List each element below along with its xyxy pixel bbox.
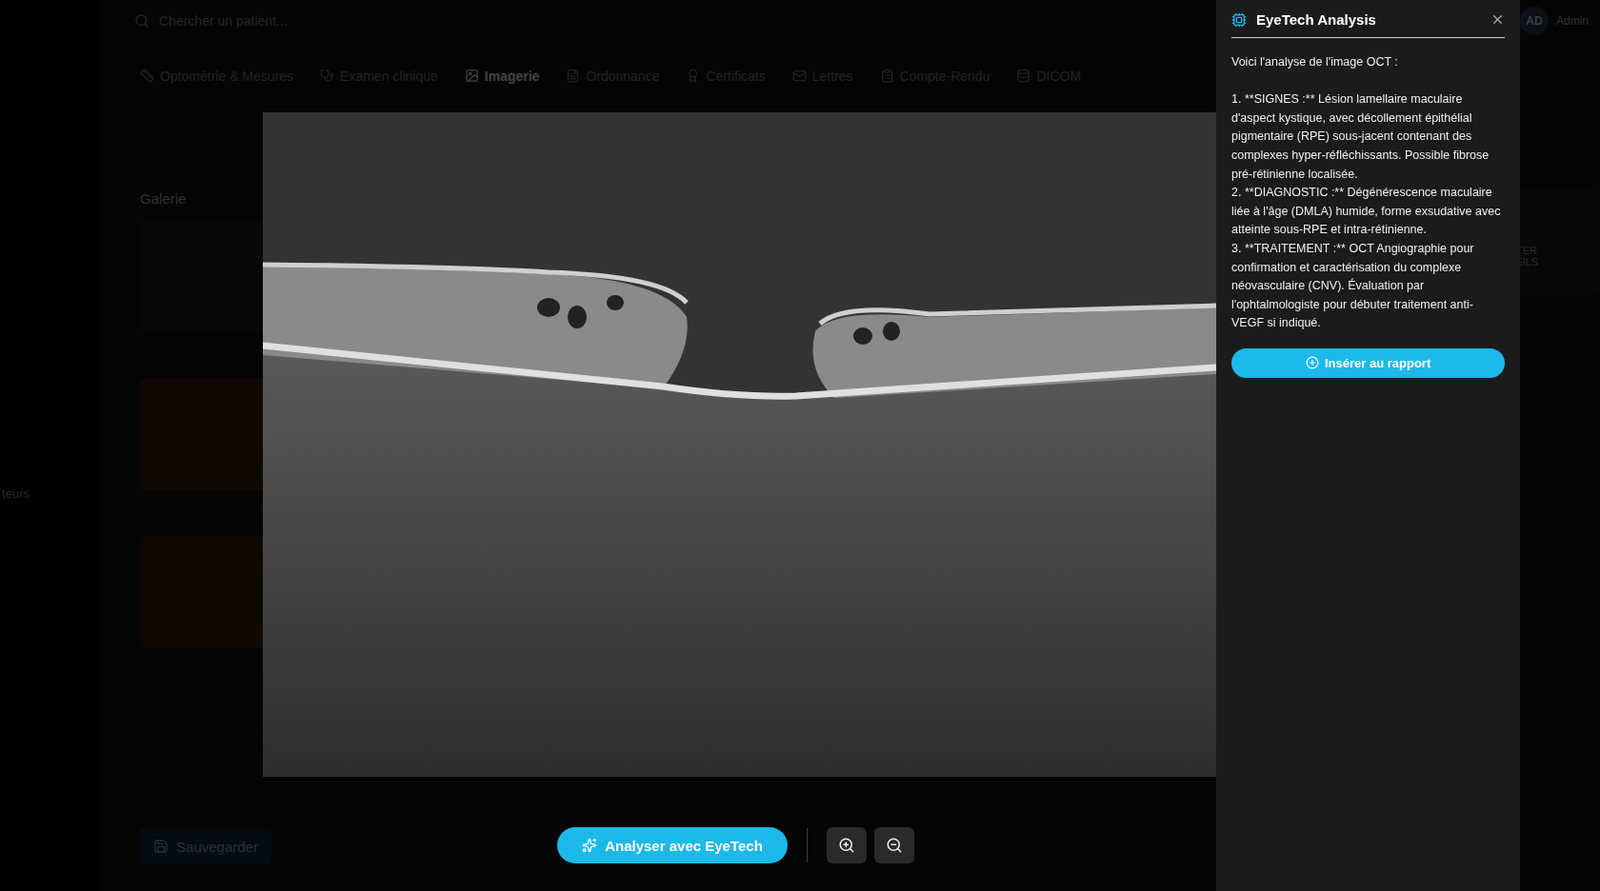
analysis-intro: Voici l'analyse de l'image OCT : <box>1231 53 1505 73</box>
close-button[interactable] <box>1490 12 1505 27</box>
image-viewer: Analyser avec EyeTech <box>0 0 1217 891</box>
zoom-in-button[interactable] <box>826 827 867 864</box>
plus-circle-icon <box>1305 356 1320 370</box>
viewer-actions: Analyser avec EyeTech <box>262 827 1217 864</box>
image-viewer-overlay: Analyser avec EyeTech EyeTech Analysis Voi… <box>0 0 1600 891</box>
insert-report-button[interactable]: Insérer au rapport <box>1231 348 1505 379</box>
zoom-out-icon <box>885 837 903 855</box>
zoom-out-button[interactable] <box>874 827 915 864</box>
zoom-in-icon <box>838 837 856 855</box>
close-icon <box>1490 12 1505 27</box>
chip-icon <box>1231 12 1247 28</box>
overlay-gap <box>1520 0 1600 891</box>
divider <box>806 828 808 863</box>
panel-header: EyeTech Analysis <box>1231 0 1505 39</box>
oct-scan-drawing <box>262 112 1217 778</box>
analysis-panel: EyeTech Analysis Voici l'analyse de l'ima… <box>1216 0 1520 891</box>
panel-title: EyeTech Analysis <box>1256 11 1481 28</box>
analysis-item: 1. **SIGNES :** Lésion lamellaire macula… <box>1231 90 1505 184</box>
analysis-item: 3. **TRAITEMENT :** OCT Angiographie pou… <box>1231 240 1505 334</box>
analysis-item: 2. **DIAGNOSTIC :** Dégénérescence macul… <box>1231 183 1505 240</box>
sparkles-icon <box>581 838 598 854</box>
analyze-button[interactable]: Analyser avec EyeTech <box>557 827 788 864</box>
oct-image <box>262 112 1217 778</box>
